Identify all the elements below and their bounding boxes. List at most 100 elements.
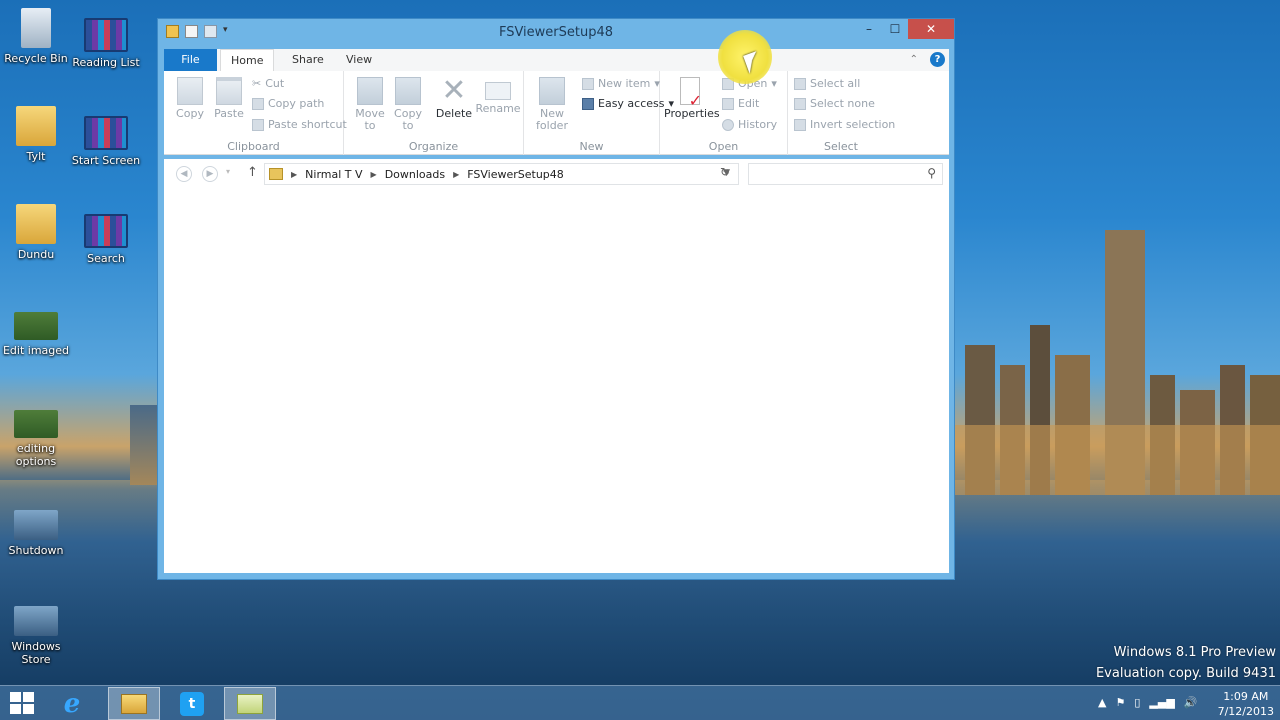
window-controls: – ☐ ✕ (856, 19, 954, 39)
taskbar-twitter[interactable]: t (166, 687, 218, 720)
copy-to-button[interactable]: Copy to (388, 75, 428, 132)
title-bar[interactable]: ▾ FSViewerSetup48 – ☐ ✕ (158, 19, 954, 47)
back-button[interactable]: ◀ (176, 166, 192, 182)
desktop-icon-edit-imaged[interactable]: Edit imaged (0, 312, 72, 357)
delete-button[interactable]: ✕ Delete (434, 75, 474, 120)
search-box[interactable]: ⚲ (748, 163, 943, 185)
taskbar-internet-explorer[interactable]: e (46, 687, 98, 720)
rename-icon (485, 82, 511, 100)
desktop-icon-start-screen[interactable]: Start Screen (70, 116, 142, 167)
file-list-pane[interactable] (164, 189, 949, 573)
select-all-label: Select all (810, 77, 861, 90)
tab-home[interactable]: Home (220, 49, 275, 71)
paste-button[interactable]: Paste (209, 75, 249, 120)
group-label-new: New (579, 140, 604, 153)
desktop-icon-recycle-bin[interactable]: Recycle Bin (0, 8, 72, 65)
move-to-icon (357, 77, 383, 105)
minimize-button[interactable]: – (856, 19, 882, 39)
ribbon-right-controls: ⌃ ? (910, 52, 945, 67)
new-item-label: New item (598, 77, 651, 90)
copy-button[interactable]: Copy (170, 75, 210, 120)
breadcrumb-item[interactable]: FSViewerSetup48 (467, 168, 564, 181)
volume-icon[interactable]: 🔊 (1184, 696, 1198, 709)
desktop-icon-shutdown[interactable]: Shutdown (0, 510, 72, 557)
rename-label: Rename (475, 102, 521, 115)
select-all-button[interactable]: Select all (794, 77, 860, 90)
properties-icon (680, 77, 702, 107)
paste-shortcut-button[interactable]: Paste shortcut (252, 118, 347, 131)
maximize-button[interactable]: ☐ (882, 19, 908, 39)
desktop-icon-windows-store[interactable]: Windows Store (0, 606, 72, 666)
history-clock-icon (722, 118, 734, 131)
easy-access-icon (582, 97, 594, 110)
tab-view[interactable]: View (336, 49, 382, 71)
network-icon[interactable]: ▯ (1134, 696, 1140, 709)
desktop-icon-label: Edit imaged (2, 344, 70, 357)
folder-icon (269, 168, 283, 180)
taskbar-clock[interactable]: 1:09 AM 7/12/2013 (1218, 689, 1274, 719)
breadcrumb-separator-icon[interactable]: ▶ (371, 170, 377, 179)
windows-logo-icon (10, 692, 21, 702)
twitter-icon: t (180, 691, 204, 716)
forward-button[interactable]: ▶ (202, 166, 218, 182)
breadcrumb-separator-icon[interactable]: ▶ (453, 170, 459, 179)
invert-selection-button[interactable]: Invert selection (794, 118, 895, 131)
desktop-wallpaper-skyline (955, 230, 1280, 495)
address-breadcrumb[interactable]: ▶ Nirmal T V ▶ Downloads ▶ FSViewerSetup… (264, 163, 739, 185)
show-hidden-icons-chevron-up-icon[interactable]: ▲ (1098, 696, 1106, 709)
select-all-icon (794, 77, 806, 90)
file-explorer-icon (121, 693, 147, 714)
action-center-flag-icon[interactable]: ⚑ (1115, 696, 1125, 709)
desktop-icon-reading-list[interactable]: Reading List (70, 18, 142, 69)
desktop-icon-label: Shutdown (8, 544, 64, 557)
breadcrumb-item[interactable]: Nirmal T V (305, 168, 362, 181)
recent-locations-chevron-down-icon[interactable]: ▾ (226, 167, 230, 176)
breadcrumb-separator-icon[interactable]: ▶ (291, 170, 297, 179)
desktop-icon-editing-options[interactable]: editing options (0, 410, 72, 468)
taskbar-fsviewer[interactable] (224, 687, 276, 720)
desktop-icon-search[interactable]: Search (70, 214, 142, 265)
refresh-icon[interactable]: ↻ (720, 165, 730, 179)
desktop-icon-tylt[interactable]: Tylt (0, 106, 72, 163)
rename-button[interactable]: Rename (475, 75, 521, 115)
new-item-button[interactable]: New item ▾ (582, 77, 660, 90)
cut-button[interactable]: ✂ Cut (252, 77, 284, 90)
tiles-icon (84, 214, 128, 248)
search-input[interactable] (753, 165, 923, 183)
folder-icon (16, 106, 56, 146)
tab-file[interactable]: File (164, 49, 217, 71)
clock-time: 1:09 AM (1223, 690, 1269, 703)
ribbon-tab-bar: File Home Share View ⌃ ? (164, 49, 949, 71)
up-arrow-icon[interactable]: ↑ (247, 165, 258, 180)
ribbon-home: Copy Paste ✂ Cut Copy path Paste shortcu… (164, 71, 949, 155)
signal-bars-icon[interactable]: ▂▄▆ (1149, 696, 1174, 709)
copy-path-button[interactable]: Copy path (252, 97, 324, 110)
folder-icon (16, 204, 56, 244)
select-none-label: Select none (810, 97, 875, 110)
select-none-button[interactable]: Select none (794, 97, 875, 110)
address-bar-row: ◀ ▶ ▾ ↑ ▶ Nirmal T V ▶ Downloads ▶ FSVie… (164, 159, 949, 189)
search-icon[interactable]: ⚲ (927, 166, 936, 180)
taskbar-file-explorer[interactable] (108, 687, 160, 720)
copy-path-icon (252, 97, 264, 110)
tiles-icon (84, 116, 128, 150)
minimize-ribbon-chevron-up-icon[interactable]: ⌃ (910, 54, 918, 65)
move-to-label: Move to (355, 107, 385, 132)
desktop-icon-label: editing options (15, 442, 57, 468)
move-to-button[interactable]: Move to (350, 75, 390, 132)
desktop-icon-dundu[interactable]: Dundu (0, 204, 72, 261)
tab-share[interactable]: Share (282, 49, 334, 71)
properties-button[interactable]: Properties (664, 75, 720, 120)
photo-icon (14, 410, 58, 438)
breadcrumb-item[interactable]: Downloads (385, 168, 445, 181)
ribbon-group-open: Properties Open ▾ Edit History Open (660, 71, 788, 155)
history-button[interactable]: History (722, 118, 777, 131)
close-button[interactable]: ✕ (908, 19, 954, 39)
edit-button[interactable]: Edit (722, 97, 759, 110)
ribbon-group-select: Select all Select none Invert selection … (788, 71, 895, 155)
start-button[interactable] (10, 692, 36, 714)
store-icon (14, 606, 58, 636)
help-icon[interactable]: ? (930, 52, 945, 67)
new-folder-button[interactable]: New folder (530, 75, 574, 132)
paste-label: Paste (214, 107, 244, 120)
